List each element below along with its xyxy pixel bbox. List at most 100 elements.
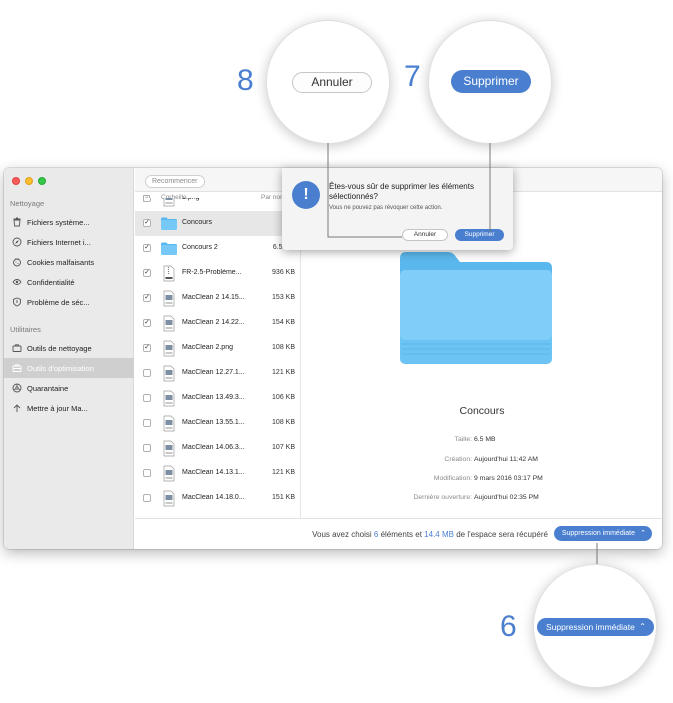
recovered-size: 14.4 MB <box>424 530 454 539</box>
sidebar-item-label: Fichiers Internet i... <box>27 237 91 247</box>
file-name: 6.png <box>182 198 262 201</box>
file-checkbox[interactable] <box>143 369 151 377</box>
magnified-cancel-button[interactable]: Annuler <box>292 72 372 93</box>
detail-label: Modification: <box>433 475 472 482</box>
dialog-cancel-button[interactable]: Annuler <box>402 229 448 241</box>
image-file-icon <box>161 290 177 307</box>
sidebar-item-label: Quarantaine <box>27 383 69 393</box>
file-size: 121 KB <box>272 469 295 476</box>
file-row[interactable]: ✓Concours6.5 <box>135 211 300 236</box>
button-label: Suppression immédiate <box>546 622 635 632</box>
file-size: 121 KB <box>272 369 295 376</box>
detail-label: Création: <box>444 456 472 463</box>
file-checkbox[interactable]: ✓ <box>143 294 151 302</box>
file-checkbox[interactable] <box>143 469 151 477</box>
sidebar-item-label: Cookies malfaisants <box>27 257 95 267</box>
file-row[interactable]: MacClean 13.55.1... 108 KB <box>135 411 300 436</box>
file-list: 6.png64✓Concours6.5✓Concours 26.5 MB✓FR-… <box>135 198 301 518</box>
compass-icon <box>12 237 22 247</box>
up-down-chevron-icon: ⌃ <box>640 530 646 537</box>
sidebar-item-internet-files[interactable]: Fichiers Internet i... <box>4 232 134 252</box>
biohazard-icon <box>12 383 22 393</box>
magnifier-confirm: Supprimer <box>428 20 552 144</box>
dialog-confirm-button[interactable]: Supprimer <box>455 229 504 241</box>
shield-icon <box>12 297 22 307</box>
zoom-window-button[interactable] <box>38 177 46 185</box>
file-checkbox[interactable] <box>143 198 151 202</box>
file-name: MacClean 2 14.22... <box>182 319 245 326</box>
sidebar-item-quarantine[interactable]: Quarantaine <box>4 378 134 398</box>
dialog-subtitle: Vous ne pouvez pas révoquer cette action… <box>329 205 443 211</box>
file-name: Concours 2 <box>182 244 218 251</box>
folder-preview-icon <box>400 252 552 364</box>
file-row[interactable]: MacClean 12.27.1... 121 KB <box>135 361 300 386</box>
sidebar-item-label: Outils de nettoyage <box>27 343 92 353</box>
file-size: 106 KB <box>272 394 295 401</box>
file-checkbox[interactable]: ✓ <box>143 319 151 327</box>
immediate-delete-button[interactable]: Suppression immédiate ⌃ <box>553 526 652 541</box>
file-row[interactable]: MacClean 13.49.3... 106 KB <box>135 386 300 411</box>
minimize-window-button[interactable] <box>25 177 33 185</box>
sidebar-item-security[interactable]: Problème de séc... <box>4 292 134 312</box>
file-row[interactable]: MacClean 14.18.0... 151 KB <box>135 486 300 511</box>
window-controls <box>12 177 46 185</box>
sidebar-item-privacy[interactable]: Confidentialité <box>4 272 134 292</box>
file-name: MacClean 13.55.1... <box>182 419 245 426</box>
file-name: Concours <box>182 219 212 226</box>
trash-can-icon <box>12 217 22 227</box>
magnified-immediate-delete-button[interactable]: Suppression immédiate ⌃ <box>537 618 654 636</box>
file-checkbox[interactable]: ✓ <box>143 219 151 227</box>
file-size: 936 KB <box>272 269 295 276</box>
selection-summary: Vous avez choisi 6 éléments et 14.4 MB d… <box>312 530 548 539</box>
file-row[interactable]: 6.png64 <box>135 198 300 211</box>
image-file-icon <box>161 415 177 432</box>
file-name: MacClean 14.06.3... <box>182 444 245 451</box>
step-number-7: 7 <box>404 60 421 93</box>
image-file-icon <box>161 390 177 407</box>
image-file-icon <box>161 365 177 382</box>
file-checkbox[interactable] <box>143 444 151 452</box>
restart-button[interactable]: Recommencer <box>145 175 205 188</box>
sidebar-item-optimization-tools[interactable]: Outils d'optimisation <box>4 358 134 378</box>
sidebar-item-cookies[interactable]: Cookies malfaisants <box>4 252 134 272</box>
close-window-button[interactable] <box>12 177 20 185</box>
file-name: FR-2.5-Problème... <box>182 269 242 276</box>
file-name: MacClean 2 14.15... <box>182 294 245 301</box>
sidebar-item-system-files[interactable]: Fichiers système... <box>4 212 134 232</box>
file-size: 108 KB <box>272 344 295 351</box>
file-checkbox[interactable]: ✓ <box>143 269 151 277</box>
summary-text: de l'espace sera récupéré <box>453 530 548 539</box>
detail-value: 6.5 MB <box>474 436 496 443</box>
sidebar-item-cleaning-tools[interactable]: Outils de nettoyage <box>4 338 134 358</box>
file-checkbox[interactable]: ✓ <box>143 344 151 352</box>
file-row[interactable]: ✓ MacClean 2 14.15... 153 KB <box>135 286 300 311</box>
file-checkbox[interactable] <box>143 394 151 402</box>
eye-icon <box>12 277 22 287</box>
button-label: Suppression immédiate <box>561 530 635 537</box>
image-file-icon <box>161 340 177 357</box>
magnified-confirm-button[interactable]: Supprimer <box>451 70 531 93</box>
file-checkbox[interactable] <box>143 419 151 427</box>
file-size: 107 KB <box>272 444 295 451</box>
cookie-icon <box>12 257 22 267</box>
sidebar-item-label: Confidentialité <box>27 277 75 287</box>
sidebar-item-update[interactable]: Mettre à jour Ma... <box>4 398 134 418</box>
file-checkbox[interactable] <box>143 494 151 502</box>
file-checkbox[interactable]: ✓ <box>143 244 151 252</box>
sidebar-item-label: Mettre à jour Ma... <box>27 403 88 413</box>
sidebar-item-label: Outils d'optimisation <box>27 363 94 373</box>
file-size: 153 KB <box>272 294 295 301</box>
detail-label: Taille: <box>454 436 472 443</box>
file-row[interactable]: ✓ FR-2.5-Problème... 936 KB <box>135 261 300 286</box>
file-row[interactable]: ✓ MacClean 2.png 108 KB <box>135 336 300 361</box>
file-row[interactable]: MacClean 14.06.3... 107 KB <box>135 436 300 461</box>
detail-value: Aujourd'hui 02:35 PM <box>474 494 539 501</box>
sidebar-section-cleaning: Nettoyage <box>10 199 45 208</box>
file-name: MacClean 14.13.1... <box>182 469 245 476</box>
image-file-icon <box>161 490 177 507</box>
sidebar: Nettoyage Fichiers système... Fichiers I… <box>4 168 134 549</box>
file-row[interactable]: MacClean 14.13.1... 121 KB <box>135 461 300 486</box>
file-row[interactable]: ✓ MacClean 2 14.22... 154 KB <box>135 311 300 336</box>
file-row[interactable]: ✓Concours 26.5 MB <box>135 236 300 261</box>
file-size: 154 KB <box>272 319 295 326</box>
